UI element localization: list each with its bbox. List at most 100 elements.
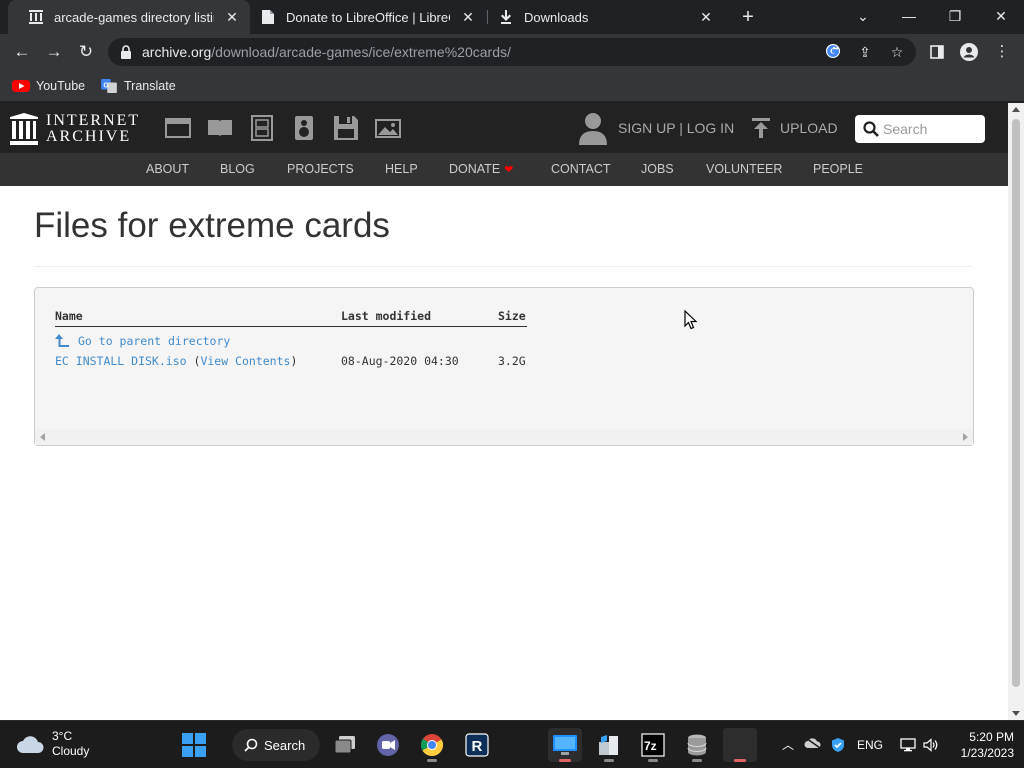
monitor-app-taskbar-button[interactable] <box>548 728 582 762</box>
tab-close-icon[interactable]: ✕ <box>698 9 714 25</box>
svg-text:R: R <box>472 738 483 755</box>
page-viewport: INTERNET ARCHIVE SIGN UP | LOG IN UPLOAD… <box>0 103 1024 720</box>
new-tab-button[interactable]: + <box>736 6 760 28</box>
tab-search-chevron-icon[interactable]: ⌄ <box>851 4 875 28</box>
search-input[interactable]: Search <box>855 115 985 143</box>
onedrive-cloud-icon[interactable] <box>803 735 823 755</box>
internet-archive-logo[interactable]: INTERNET ARCHIVE <box>10 111 150 147</box>
software-floppy-icon[interactable] <box>333 115 359 141</box>
audio-speaker-icon[interactable] <box>291 115 317 141</box>
nav-volunteer[interactable]: VOLUNTEER <box>706 162 782 176</box>
column-header-name[interactable]: Name <box>55 309 83 323</box>
input-language[interactable]: ENG <box>856 735 884 755</box>
network-icon[interactable] <box>898 735 918 755</box>
url-text[interactable]: archive.org/download/arcade-games/ice/ex… <box>142 44 511 60</box>
web-icon[interactable] <box>165 115 191 141</box>
address-bar[interactable]: archive.org/download/arcade-games/ice/ex… <box>108 38 916 66</box>
scroll-right-arrow-icon[interactable] <box>963 433 968 441</box>
horizontal-scrollbar[interactable] <box>35 429 973 445</box>
close-window-icon[interactable]: ✕ <box>989 4 1013 28</box>
profile-icon[interactable] <box>957 40 981 64</box>
reload-icon[interactable]: ↻ <box>74 40 98 64</box>
active-window-taskbar-button[interactable] <box>723 728 757 762</box>
task-view-button[interactable] <box>328 728 362 762</box>
directory-listing: Name Last modified Size Go to parent dir… <box>34 287 974 446</box>
tab-libreoffice-donate[interactable]: Donate to LibreOffice | LibreOffic ✕ <box>250 0 486 34</box>
bookmark-label: YouTube <box>36 79 86 93</box>
taskbar-search-button[interactable]: Search <box>232 729 320 761</box>
nav-projects[interactable]: PROJECTS <box>287 162 354 176</box>
ia-nav-bar: ABOUT BLOG PROJECTS HELP DONATE ❤ CONTACT… <box>0 153 1008 186</box>
nav-donate[interactable]: DONATE ❤ <box>449 162 513 176</box>
signup-login-link[interactable]: SIGN UP | LOG IN <box>618 120 734 136</box>
svg-text:G: G <box>103 82 109 89</box>
scrollbar-thumb[interactable] <box>1012 119 1020 687</box>
chrome-taskbar-button[interactable] <box>415 728 449 762</box>
tab-downloads[interactable]: Downloads ✕ <box>488 0 724 34</box>
database-app-taskbar-button[interactable] <box>680 728 714 762</box>
r-app-taskbar-button[interactable]: R <box>460 728 494 762</box>
upload-link[interactable]: UPLOAD <box>780 120 838 136</box>
texts-book-icon[interactable] <box>207 115 233 141</box>
scroll-left-arrow-icon[interactable] <box>40 433 45 441</box>
tab-arcade-games[interactable]: arcade-games directory listing ✕ <box>8 0 250 34</box>
windows-taskbar: 3°C Cloudy Search R 7z ︿ ENG 5:20 PM 1/2… <box>0 720 1024 768</box>
google-lens-icon[interactable] <box>824 43 842 61</box>
forward-icon[interactable]: → <box>42 40 66 64</box>
weather-widget[interactable]: 3°C Cloudy <box>16 729 89 759</box>
weather-temperature: 3°C <box>52 729 73 743</box>
scroll-down-arrow-icon[interactable] <box>1012 711 1020 716</box>
security-shield-icon[interactable] <box>828 735 848 755</box>
column-header-modified[interactable]: Last modified <box>341 309 431 323</box>
clock-time: 5:20 PM <box>969 730 1014 744</box>
minimize-icon[interactable]: — <box>897 4 921 28</box>
nav-about[interactable]: ABOUT <box>146 162 189 176</box>
heart-icon: ❤ <box>504 164 514 176</box>
nav-help[interactable]: HELP <box>385 162 418 176</box>
paren-close: ) <box>290 354 298 368</box>
tab-close-icon[interactable]: ✕ <box>460 9 476 25</box>
view-contents-link[interactable]: View Contents <box>200 354 290 368</box>
bookmark-translate[interactable]: G Translate <box>100 76 176 96</box>
header-divider <box>55 326 527 327</box>
windows-start-button[interactable] <box>177 728 211 762</box>
bookmark-star-icon[interactable]: ☆ <box>888 43 906 61</box>
scroll-up-arrow-icon[interactable] <box>1012 107 1020 112</box>
nav-jobs[interactable]: JOBS <box>641 162 674 176</box>
nav-blog[interactable]: BLOG <box>220 162 255 176</box>
nav-people[interactable]: PEOPLE <box>813 162 863 176</box>
restore-icon[interactable]: ❐ <box>943 4 967 28</box>
browser-tab-strip: arcade-games directory listing ✕ Donate … <box>0 0 1024 34</box>
parent-directory-row: Go to parent directory <box>78 334 230 348</box>
user-avatar-icon[interactable] <box>578 111 608 145</box>
installer-app-taskbar-button[interactable] <box>592 728 626 762</box>
tab-title: Downloads <box>524 9 589 25</box>
bookmark-youtube[interactable]: YouTube <box>12 76 85 96</box>
share-icon[interactable]: ⇪ <box>856 43 874 61</box>
tab-close-icon[interactable]: ✕ <box>224 9 240 25</box>
teams-chat-button[interactable] <box>371 728 405 762</box>
show-hidden-icons-chevron-icon[interactable]: ︿ <box>780 735 796 755</box>
file-name-link[interactable]: EC INSTALL DISK.iso <box>55 354 187 368</box>
side-panel-icon[interactable] <box>925 40 949 64</box>
taskbar-clock[interactable]: 5:20 PM 1/23/2023 <box>950 729 1014 761</box>
upload-icon[interactable] <box>750 117 772 139</box>
chrome-menu-icon[interactable]: ⋮ <box>990 40 1014 64</box>
video-film-icon[interactable] <box>249 115 275 141</box>
column-header-size[interactable]: Size <box>498 309 526 323</box>
images-icon[interactable] <box>375 115 401 141</box>
volume-icon[interactable] <box>921 735 941 755</box>
lock-icon[interactable] <box>120 45 132 59</box>
google-translate-icon: G <box>101 79 117 93</box>
vertical-scrollbar[interactable] <box>1008 103 1024 720</box>
back-icon[interactable]: ← <box>10 40 34 64</box>
parent-directory-arrow-icon[interactable] <box>55 333 71 349</box>
archive-building-icon <box>10 113 38 145</box>
search-icon <box>863 121 879 137</box>
nav-contact[interactable]: CONTACT <box>551 162 611 176</box>
nav-donate-label: DONATE <box>449 162 501 176</box>
parent-directory-link[interactable]: Go to parent directory <box>78 334 230 348</box>
7zip-taskbar-button[interactable]: 7z <box>636 728 670 762</box>
tab-title: arcade-games directory listing <box>54 9 214 25</box>
file-size: 3.2G <box>498 354 526 368</box>
